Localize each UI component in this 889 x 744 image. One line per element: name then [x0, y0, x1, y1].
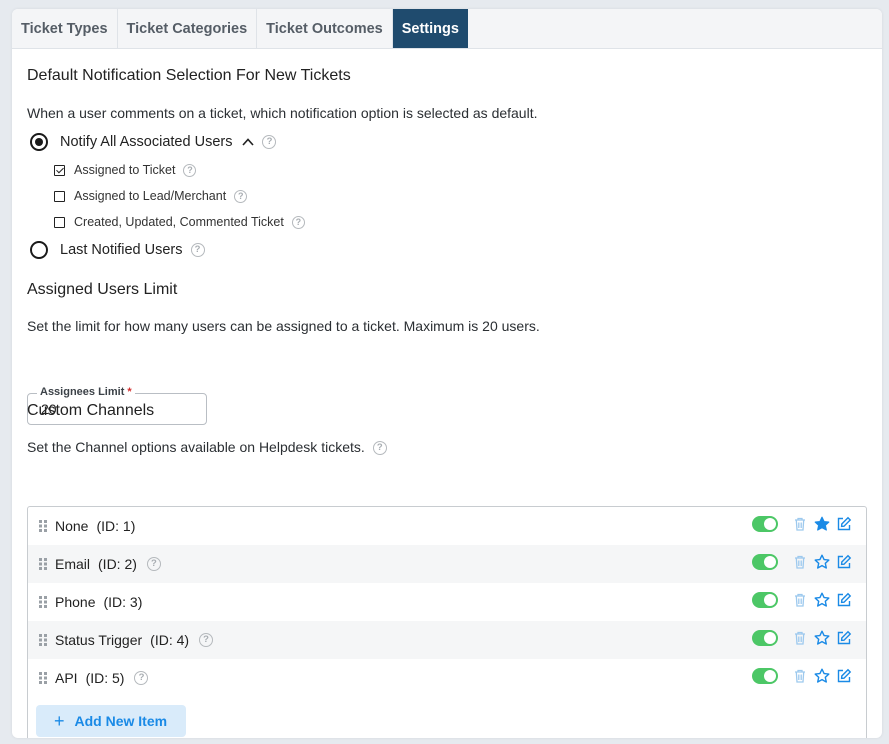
channels-list: None (ID: 1) Email (ID: 2)? Phone (ID: 3) Stat… — [27, 506, 867, 738]
enabled-toggle[interactable] — [752, 592, 778, 608]
chevron-up-icon[interactable] — [242, 136, 255, 148]
channel-id: (ID: 3) — [103, 594, 143, 610]
trash-icon[interactable] — [792, 630, 808, 646]
help-icon[interactable]: ? — [291, 215, 305, 229]
channel-name: Status Trigger — [55, 632, 143, 648]
channel-actions — [752, 592, 852, 608]
checkbox-label: Created, Updated, Commented Ticket — [74, 215, 284, 229]
edit-icon[interactable] — [836, 630, 852, 646]
enabled-toggle[interactable] — [752, 516, 778, 532]
channels-heading: Custom Channels — [27, 402, 155, 419]
radio-button[interactable] — [30, 241, 48, 259]
enabled-toggle[interactable] — [752, 668, 778, 684]
checkbox-label: Assigned to Ticket — [74, 163, 176, 177]
edit-icon[interactable] — [836, 554, 852, 570]
notification-heading: Default Notification Selection For New T… — [27, 67, 351, 84]
tab-ticket-categories[interactable]: Ticket Categories — [118, 9, 258, 48]
drag-handle-icon[interactable] — [39, 520, 48, 532]
settings-card: Ticket Types Ticket Categories Ticket Ou… — [12, 9, 882, 738]
channel-actions — [752, 554, 852, 570]
drag-handle-icon[interactable] — [39, 558, 48, 570]
channel-name: API — [55, 670, 78, 686]
help-icon[interactable]: ? — [146, 557, 161, 571]
channel-id: (ID: 4) — [150, 632, 190, 648]
drag-handle-icon[interactable] — [39, 672, 48, 684]
edit-icon[interactable] — [836, 592, 852, 608]
checkbox[interactable] — [54, 216, 65, 228]
help-icon[interactable]: ? — [262, 135, 277, 149]
star-outline-icon[interactable] — [814, 630, 830, 646]
channel-actions — [752, 516, 852, 532]
checkbox-label: Assigned to Lead/Merchant — [74, 189, 227, 203]
edit-icon[interactable] — [836, 516, 852, 532]
star-filled-icon[interactable] — [814, 516, 830, 532]
radio-label: Last Notified Users — [60, 242, 183, 258]
channel-row: Status Trigger (ID: 4)? — [28, 621, 866, 659]
channel-actions — [752, 630, 852, 646]
drag-handle-icon[interactable] — [39, 596, 48, 608]
tab-settings[interactable]: Settings — [392, 9, 468, 48]
trash-icon[interactable] — [792, 668, 808, 684]
radio-notify-all[interactable]: Notify All Associated Users ? — [30, 133, 277, 151]
channel-id: (ID: 1) — [96, 518, 136, 534]
notification-description: When a user comments on a ticket, which … — [27, 105, 538, 121]
channels-description: Set the Channel options available on Hel… — [27, 439, 387, 456]
channel-actions — [752, 668, 852, 684]
channel-id: (ID: 5) — [85, 670, 125, 686]
tab-bar: Ticket Types Ticket Categories Ticket Ou… — [12, 9, 882, 49]
help-icon[interactable]: ? — [234, 189, 248, 203]
checkbox-assigned-to-ticket[interactable]: Assigned to Ticket ? — [54, 163, 197, 177]
trash-icon[interactable] — [792, 516, 808, 532]
enabled-toggle[interactable] — [752, 554, 778, 570]
channel-id: (ID: 2) — [98, 556, 137, 572]
channel-name: Phone — [55, 594, 96, 610]
assignees-limit-label: Assignees Limit * — [37, 386, 135, 398]
star-outline-icon[interactable] — [814, 554, 830, 570]
channel-row: API (ID: 5)? — [28, 659, 866, 697]
star-outline-icon[interactable] — [814, 592, 830, 608]
help-icon[interactable]: ? — [372, 441, 387, 456]
checkbox-created-updated[interactable]: Created, Updated, Commented Ticket ? — [54, 215, 305, 229]
trash-icon[interactable] — [792, 592, 808, 608]
edit-icon[interactable] — [836, 668, 852, 684]
assigned-limit-description: Set the limit for how many users can be … — [27, 318, 540, 334]
trash-icon[interactable] — [792, 554, 808, 570]
radio-last-notified[interactable]: Last Notified Users ? — [30, 241, 205, 259]
assigned-limit-heading: Assigned Users Limit — [27, 281, 178, 298]
radio-label: Notify All Associated Users — [60, 134, 233, 150]
help-icon[interactable]: ? — [190, 243, 205, 257]
channel-name: None — [55, 518, 89, 534]
add-new-item-button[interactable]: + Add New Item — [36, 705, 186, 737]
star-outline-icon[interactable] — [814, 668, 830, 684]
enabled-toggle[interactable] — [752, 630, 778, 646]
channel-row: None (ID: 1) — [28, 507, 866, 545]
channel-name: Email — [55, 556, 91, 572]
radio-button-checked[interactable] — [30, 133, 48, 151]
checkbox-assigned-to-lead[interactable]: Assigned to Lead/Merchant ? — [54, 189, 248, 203]
help-icon[interactable]: ? — [183, 163, 197, 177]
help-icon[interactable]: ? — [134, 671, 149, 685]
channel-row: Phone (ID: 3) — [28, 583, 866, 621]
checkbox-checked[interactable] — [54, 164, 65, 176]
channel-row: Email (ID: 2)? — [28, 545, 866, 583]
tab-ticket-outcomes[interactable]: Ticket Outcomes — [257, 9, 393, 48]
checkbox[interactable] — [54, 190, 65, 202]
drag-handle-icon[interactable] — [39, 634, 48, 646]
tab-ticket-types[interactable]: Ticket Types — [12, 9, 118, 48]
plus-icon: + — [54, 711, 65, 731]
help-icon[interactable]: ? — [199, 633, 214, 647]
